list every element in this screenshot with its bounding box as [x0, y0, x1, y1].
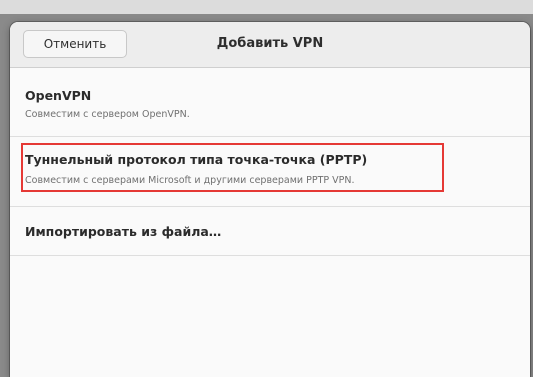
list-item-title: Импортировать из файла… [25, 224, 222, 239]
vpn-type-list: OpenVPN Совместим с сервером OpenVPN. Ту… [10, 68, 530, 256]
list-item-subtitle: Совместим с серверами Microsoft и другим… [25, 175, 355, 186]
list-item-pptp[interactable]: Туннельный протокол типа точка-точка (PP… [10, 137, 530, 207]
list-item-title: OpenVPN [25, 88, 92, 103]
background-window-strip [0, 0, 533, 14]
list-item-subtitle: Совместим с сервером OpenVPN. [25, 109, 190, 120]
add-vpn-dialog: Отменить Добавить VPN OpenVPN Совместим … [10, 22, 530, 377]
list-item-import-from-file[interactable]: Импортировать из файла… [10, 207, 530, 256]
list-item-title: Туннельный протокол типа точка-точка (PP… [25, 152, 368, 167]
empty-list-area [10, 256, 530, 377]
dialog-title: Добавить VPN [216, 36, 324, 51]
list-item-openvpn[interactable]: OpenVPN Совместим с сервером OpenVPN. [10, 68, 530, 137]
dialog-headerbar: Отменить Добавить VPN [10, 22, 530, 68]
